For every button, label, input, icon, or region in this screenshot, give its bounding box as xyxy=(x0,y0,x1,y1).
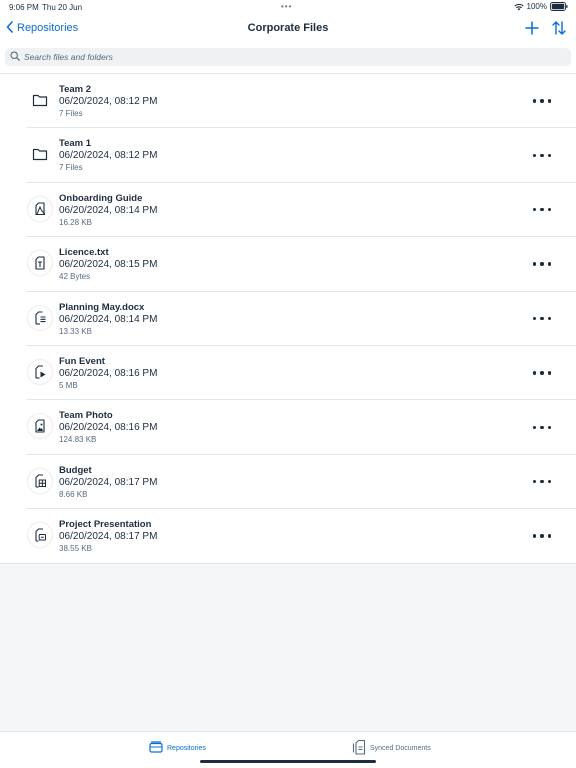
spreadsheet-document-icon xyxy=(28,468,52,493)
item-date: 06/20/2024, 08:15 PM xyxy=(59,259,158,271)
sort-button[interactable] xyxy=(551,20,567,36)
search-bar[interactable] xyxy=(5,48,571,66)
tab-label: Synced Documents xyxy=(370,744,431,752)
folder-icon xyxy=(28,142,52,167)
list-item[interactable]: Onboarding Guide 06/20/2024, 08:14 PM 16… xyxy=(0,183,576,238)
image-document-icon xyxy=(28,414,52,439)
item-meta: 42 Bytes xyxy=(59,272,91,282)
item-name: Team 1 xyxy=(59,138,92,150)
word-document-icon xyxy=(28,305,52,330)
list-item[interactable]: Team Photo 06/20/2024, 08:16 PM 124.83 K… xyxy=(0,400,576,455)
item-date: 06/20/2024, 08:16 PM xyxy=(59,368,158,379)
item-name: Onboarding Guide xyxy=(59,192,143,204)
item-meta: 38.55 KB xyxy=(59,544,92,554)
more-options-button[interactable] xyxy=(533,150,551,160)
item-date: 06/20/2024, 08:14 PM xyxy=(59,204,158,216)
item-name: Project Presentation xyxy=(59,519,152,531)
navigation-bar: Repositories Corporate Files xyxy=(0,14,576,42)
page-title: Corporate Files xyxy=(247,22,329,34)
video-document-icon xyxy=(28,360,52,384)
item-meta: 124.83 KB xyxy=(59,435,97,445)
battery-percentage: 100% xyxy=(526,2,547,11)
item-date: 06/20/2024, 08:17 PM xyxy=(59,476,158,488)
list-item[interactable]: Project Presentation 06/20/2024, 08:17 P… xyxy=(0,509,576,563)
list-item[interactable]: Team 2 06/20/2024, 08:12 PM 7 Files xyxy=(0,74,576,129)
item-name: Budget xyxy=(59,464,92,476)
more-options-button[interactable] xyxy=(533,314,551,324)
list-item[interactable]: Licence.txt 06/20/2024, 08:15 PM 42 Byte… xyxy=(0,237,576,292)
status-date: Thu 20 Jun xyxy=(42,3,83,12)
more-options-button[interactable] xyxy=(533,477,551,487)
status-time: 9:06 PM xyxy=(9,3,39,12)
more-options-button[interactable] xyxy=(533,531,551,541)
search-input[interactable] xyxy=(24,52,544,62)
item-date: 06/20/2024, 08:14 PM xyxy=(59,313,158,325)
item-meta: 16.28 KB xyxy=(59,217,92,227)
more-options-button[interactable] xyxy=(533,205,551,215)
item-meta: 8.66 KB xyxy=(59,489,88,499)
item-date: 06/20/2024, 08:12 PM xyxy=(59,96,158,107)
item-name: Team 2 xyxy=(59,84,92,95)
presentation-document-icon xyxy=(28,523,52,548)
item-meta: 7 Files xyxy=(59,163,83,173)
search-icon xyxy=(10,48,20,66)
more-options-button[interactable] xyxy=(533,96,551,106)
home-indicator[interactable] xyxy=(200,760,376,763)
multitasking-dots[interactable]: ••• xyxy=(281,2,292,11)
list-item[interactable]: Team 1 06/20/2024, 08:12 PM 7 Files xyxy=(0,128,576,183)
battery-icon xyxy=(550,2,568,11)
list-item[interactable]: Fun Event 06/20/2024, 08:16 PM 5 MB xyxy=(0,346,576,401)
more-options-button[interactable] xyxy=(533,368,551,378)
item-date: 06/20/2024, 08:12 PM xyxy=(59,150,158,162)
tab-synced-documents[interactable]: Synced Documents xyxy=(352,738,431,758)
item-name: Fun Event xyxy=(59,356,105,367)
file-list: Team 2 06/20/2024, 08:12 PM 7 Files Team… xyxy=(0,73,576,564)
item-meta: 5 MB xyxy=(59,381,78,390)
status-indicators: 100% xyxy=(513,2,568,11)
item-name: Team Photo xyxy=(59,410,113,422)
text-document-icon xyxy=(28,251,52,276)
pdf-document-icon xyxy=(28,196,52,221)
item-name: Planning May.docx xyxy=(59,301,145,313)
item-date: 06/20/2024, 08:17 PM xyxy=(59,531,158,543)
tab-label: Repositories xyxy=(167,744,206,752)
more-options-button[interactable] xyxy=(533,259,551,269)
sort-icon xyxy=(552,21,566,35)
tab-repositories[interactable]: Repositories xyxy=(149,738,206,758)
list-item[interactable]: Budget 06/20/2024, 08:17 PM 8.66 KB xyxy=(0,455,576,510)
wifi-icon xyxy=(513,3,524,11)
list-item[interactable]: Planning May.docx 06/20/2024, 08:14 PM 1… xyxy=(0,292,576,346)
folder-icon xyxy=(28,88,52,112)
item-meta: 13.33 KB xyxy=(59,326,92,336)
item-date: 06/20/2024, 08:16 PM xyxy=(59,422,158,434)
repository-icon xyxy=(149,741,163,755)
plus-icon xyxy=(525,21,539,35)
item-name: Licence.txt xyxy=(59,247,109,259)
synced-documents-icon xyxy=(352,739,366,757)
more-options-button[interactable] xyxy=(533,422,551,432)
status-bar: 9:06 PM Thu 20 Jun ••• 100% xyxy=(0,0,576,14)
add-button[interactable] xyxy=(524,20,540,36)
item-meta: 7 Files xyxy=(59,109,83,118)
